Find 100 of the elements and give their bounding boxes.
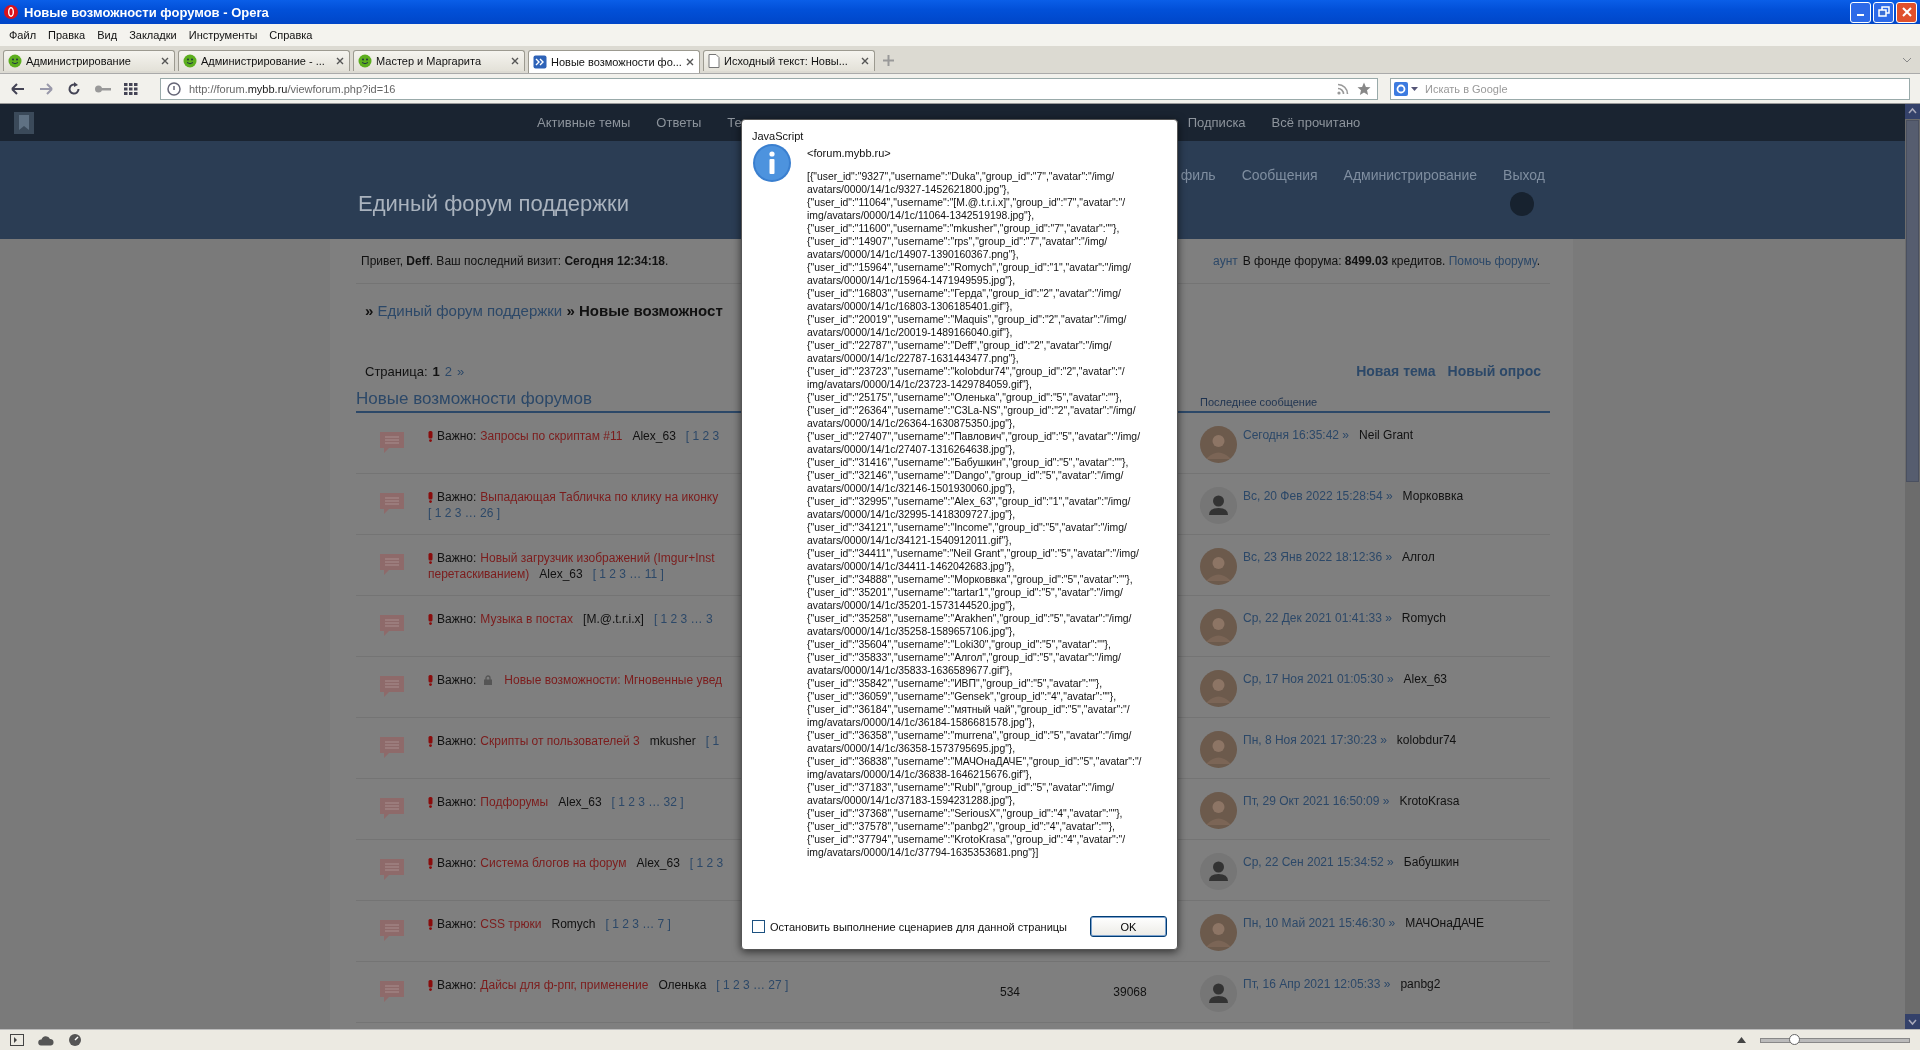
nav-link[interactable]: Активные темы — [537, 115, 631, 130]
menu-item[interactable]: Вид — [92, 27, 123, 43]
address-field[interactable]: http://forum.mybb.ru/viewforum.php?id=16 — [160, 77, 1378, 100]
last-post-date[interactable]: Ср, 22 Сен 2021 15:34:52 » — [1243, 855, 1394, 869]
help-forum-link[interactable]: Помочь форуму — [1448, 254, 1537, 268]
browser-tab[interactable]: Администрирование — [3, 50, 175, 71]
document-icon — [708, 54, 720, 68]
dialog-message: [{"user_id":"9327","username":"Duka","group_id":"7","avatar":"/img/ avatars/0000/14/1c/9327-1452621800.jpg"}, {"user_id":"11064","username":"[M.@.t.r.i.x]","group_id":"7","avatar":"/ img/avatars/0000/14/1c/11064-1342519198.jpg"}, {"user_id":"11600","username":"mkusher","group_id":"7","avatar":""}, {"user_id":"14907","username":"rps","group_id":"7","avatar":"/img/ avatars/0000/14/1c/14907-1390160367.png"}, {"user_id":"15964","username":"Romych","group_id":"1","avatar":"/img/ avatars/0000/14/1c/15964-1471949595.jpg"}, {"user_id":"16803","username":"Герда","group_id":"2","avatar":"/img/ avatars/0000/14/1c/16803-1306185401.gif"}, {"user_id":"20019","username":"Maquis","group_id":"2","avatar":"/img/ avatars/0000/14/1c/20019-1489166040.gif"}, {"user_id":"22787","username":"Deff","group_id":"2","avatar":"/img/ avatars/0000/14/1c/22787-1631443477.png"}, {"user_id":"23723","username":"kolobdur74","group_id":"2","avatar":"/ img/avatars/0000/14/1c/23723-1429784059.gif"}, {"user_id":"25175","username":"Оленька","group_id":"5","avatar":""}, {"user_id":"26364","username":"C3La-NS","group_id":"2","avatar":"/img/ avatars/0000/14/1c/26364-1630875350.jpg"}, {"user_id":"27407","username":"Павлович","group_id":"5","avatar":"/img/ avatars/0000/14/1c/27407-1316264638.jpg"}, {"user_id":"31416","username":"Бабушкин","group_id":"5","avatar":""}, {"user_id":"32146","username":"Dango","group_id":"5","avatar":"/img/ avatars/0000/14/1c/32146-1501930060.jpg"}, {"user_id":"32995","username":"Alex_63","group_id":"1","avatar":"/img/ avatars/0000/14/1c/32995-1418309727.jpg"}, {"user_id":"34121","username":"Income","group_id":"5","avatar":"/img/ avatars/0000/14/1c/34121-1540912011.gif"}, {"user_id":"34411","username":"Neil Grant","group_id":"5","avatar":"/img/ avatars/0000/14/1c/34411-1462042683.jpg"}, {"user_id":"34888","username":"Морковвка","group_id":"5","avatar":""}, {"user_id":"35201","username":"tartar1","group_id":"5","avatar":"/img/ avatars/0000/14/1c/35201-1573144520.jpg"}, {"user_id":"35258","username":"Arakhen","group_id":"5","avatar":"/img/ avatars/0000/14/1c/35258-1589657106.jpg"}, {"user_id":"35604","username":"Loki30","group_id":"5","avatar":""}, {"user_id":"35833","username":"Алгол","group_id":"5","avatar":"/img/ avatars/0000/14/1c/35833-1636589677.gif"}, {"user_id":"35842","username":"ИВП","group_id":"5","avatar":""}, {"user_id":"36059","username":"Gensek","group_id":"4","avatar":""}, {"user_id":"36184","username":"мятный чай","group_id":"5","avatar":"/ img/avatars/0000/14/1c/36184-1586681578.jpg"}, {"user_id":"36358","username":"murrena","group_id":"5","avatar":"/img/ avatars/0000/14/1c/36358-1573795695.jpg"}, {"user_id":"36838","username":"МАЧОнаДАЧЕ","group_id":"5","avatar":"/ img/avatars/0000/14/1c/36838-1646215676.gif"}, {"user_id":"37183","username":"Rubl","group_id":"5","avatar":"/img/ avatars/0000/14/1c/37183-1594231288.jpg"}, {"user_id":"37368","username":"SeriousX","group_id":"4","avatar":""}, {"user_id":"37578","username":"panbg2","group_id":"4","avatar":""}, {"user_id":"37794","username":"KrotoKrasa","group_id":"4","avatar":"/ img/avatars/0000/14/1c/37794-1635353681.png"}] — [807, 170, 1142, 859]
topic-title[interactable]: перетаскиванием) — [428, 566, 530, 582]
header-nav-link[interactable]: Администрирование — [1343, 167, 1478, 183]
scroll-down-icon[interactable] — [1905, 1014, 1920, 1029]
close-icon[interactable] — [686, 58, 694, 66]
topic-title[interactable]: Система блогов на форум — [480, 855, 627, 871]
topic-pages[interactable]: [ 1 2 3 … 11 ] — [592, 566, 664, 582]
topic-title[interactable]: Выпадающая Табличка по клику на иконку — [480, 489, 719, 505]
site-info-icon[interactable] — [167, 81, 181, 96]
important-label: Важно: — [437, 611, 477, 627]
topic-title[interactable]: Запросы по скриптам #11 — [480, 428, 623, 444]
last-post-date[interactable]: Ср, 17 Ноя 2021 01:05:30 » — [1243, 672, 1394, 686]
last-post-date[interactable]: Пн, 10 Май 2021 15:46:30 » — [1243, 916, 1396, 930]
menu-item[interactable]: Закладки — [124, 27, 182, 43]
restore-button[interactable] — [1873, 1, 1894, 23]
rss-icon[interactable] — [1337, 82, 1349, 95]
topic-title[interactable]: Дайсы для ф-рпг, применение — [480, 977, 649, 993]
topic-title[interactable]: CSS трюки — [480, 916, 542, 932]
topic-title[interactable]: Подфорумы — [480, 794, 549, 810]
nav-link[interactable]: Ответы — [656, 115, 702, 130]
account-link[interactable]: аунт — [1213, 254, 1238, 268]
topic-pages[interactable]: [ 1 2 3 — [689, 855, 724, 871]
last-post-author: Alex_63 — [1403, 672, 1447, 686]
browser-tab[interactable]: Исходный текст: Новы... — [703, 50, 875, 71]
topic-title[interactable]: Новые возможности: Мгновенные увед — [504, 672, 723, 688]
close-icon[interactable] — [511, 57, 519, 65]
greeting-text: Привет, Deff. Ваш последний визит: Сегодня 12:34:18. — [361, 254, 669, 268]
nav-link[interactable]: Те — [727, 115, 742, 130]
star-icon[interactable] — [1357, 81, 1371, 96]
page-link[interactable]: » — [457, 363, 465, 379]
ok-button[interactable]: OK — [1090, 916, 1167, 937]
last-post-date[interactable]: Сегодня 16:35:42 » — [1243, 428, 1350, 442]
topic-title[interactable]: Музыка в постах — [480, 611, 574, 627]
panel-icon[interactable] — [10, 1034, 24, 1046]
menu-item[interactable]: Инструменты — [183, 27, 263, 43]
cloud-icon[interactable] — [38, 1034, 54, 1046]
forum-icon — [533, 55, 547, 69]
scroll-thumb[interactable] — [1906, 120, 1919, 482]
breadcrumb-link[interactable]: Единый форум поддержки — [377, 302, 563, 319]
browser-tab[interactable]: Администрирование - ... — [178, 50, 350, 71]
header-nav-link[interactable]: филь — [1180, 167, 1216, 183]
close-icon[interactable] — [336, 57, 344, 65]
opera-logo-icon — [3, 4, 19, 20]
menu-item[interactable]: Файл — [4, 27, 42, 43]
grid-icon[interactable] — [124, 82, 138, 95]
action-link[interactable]: Новая тема — [1356, 363, 1436, 379]
topic-title[interactable]: Новый загрузчик изображений (Imgur+Inst — [480, 550, 715, 566]
last-post-date[interactable]: Пт, 16 Апр 2021 12:05:33 » — [1243, 977, 1391, 991]
header-nav-link[interactable]: Сообщения — [1241, 167, 1318, 183]
topic-icon — [379, 919, 405, 943]
menu-item[interactable]: Справка — [264, 27, 318, 43]
checkbox[interactable] — [752, 920, 765, 933]
last-post-date[interactable]: Пн, 8 Ноя 2021 17:30:23 » — [1243, 733, 1387, 747]
topic-pages[interactable]: [ 1 — [705, 733, 720, 749]
nav-link[interactable]: Подписка — [1187, 115, 1246, 130]
menu-item[interactable]: Правка — [43, 27, 91, 43]
zoom-slider[interactable] — [1760, 1037, 1910, 1043]
exclamation-icon — [428, 491, 433, 503]
last-post-date[interactable]: Пт, 29 Окт 2021 16:50:09 » — [1243, 794, 1390, 808]
close-button[interactable] — [1896, 1, 1917, 23]
back-icon[interactable] — [10, 81, 26, 96]
browser-tab[interactable]: Новые возможности фо... — [528, 50, 700, 73]
topic-pages[interactable]: [ 1 2 3 — [685, 428, 720, 444]
browser-tab[interactable]: Мастер и Маргарита — [353, 50, 525, 71]
search-field[interactable]: Искать в Google — [1390, 77, 1910, 100]
caret-icon[interactable] — [1411, 86, 1418, 91]
chevron-down-icon[interactable] — [1902, 57, 1912, 63]
replies-count: 534 — [1000, 985, 1020, 999]
minimize-button[interactable] — [1850, 1, 1871, 23]
important-label: Важно: — [437, 794, 477, 810]
topic-icon — [379, 980, 405, 1004]
triangle-up-icon[interactable] — [1737, 1037, 1746, 1043]
close-icon[interactable] — [861, 57, 869, 65]
topic-pages[interactable]: [ 1 2 3 … 27 ] — [716, 977, 789, 993]
last-post-date[interactable]: Вс, 20 Фев 2022 15:28:54 » — [1243, 489, 1393, 503]
topic-pages[interactable]: [ 1 2 3 … 3 — [653, 611, 713, 627]
last-post-date[interactable]: Ср, 22 Дек 2021 01:41:33 » — [1243, 611, 1392, 625]
topic-pages[interactable]: [ 1 2 3 … 32 ] — [611, 794, 684, 810]
scrollbar[interactable] — [1905, 104, 1920, 1029]
scroll-up-icon[interactable] — [1905, 104, 1920, 119]
topic-title[interactable]: Скрипты от пользователей 3 — [480, 733, 640, 749]
topic-author: [M.@.t.r.i.x] — [583, 611, 644, 627]
gauge-icon[interactable] — [68, 1033, 82, 1047]
action-link[interactable]: Новый опрос — [1447, 363, 1541, 379]
topic-pages[interactable]: [ 1 2 3 … 7 ] — [605, 916, 671, 932]
reload-icon[interactable] — [66, 80, 82, 97]
nav-link[interactable]: Всё прочитано — [1271, 115, 1361, 130]
last-post-date[interactable]: Вс, 23 Янв 2022 18:12:36 » — [1243, 550, 1393, 564]
header-nav-link[interactable]: Выход — [1503, 167, 1545, 183]
page-link[interactable]: 2 — [444, 363, 452, 379]
close-icon[interactable] — [161, 57, 169, 65]
bookmark-icon[interactable] — [14, 111, 34, 134]
topic-pages[interactable]: [ 1 2 3 … 26 ] — [428, 505, 501, 521]
